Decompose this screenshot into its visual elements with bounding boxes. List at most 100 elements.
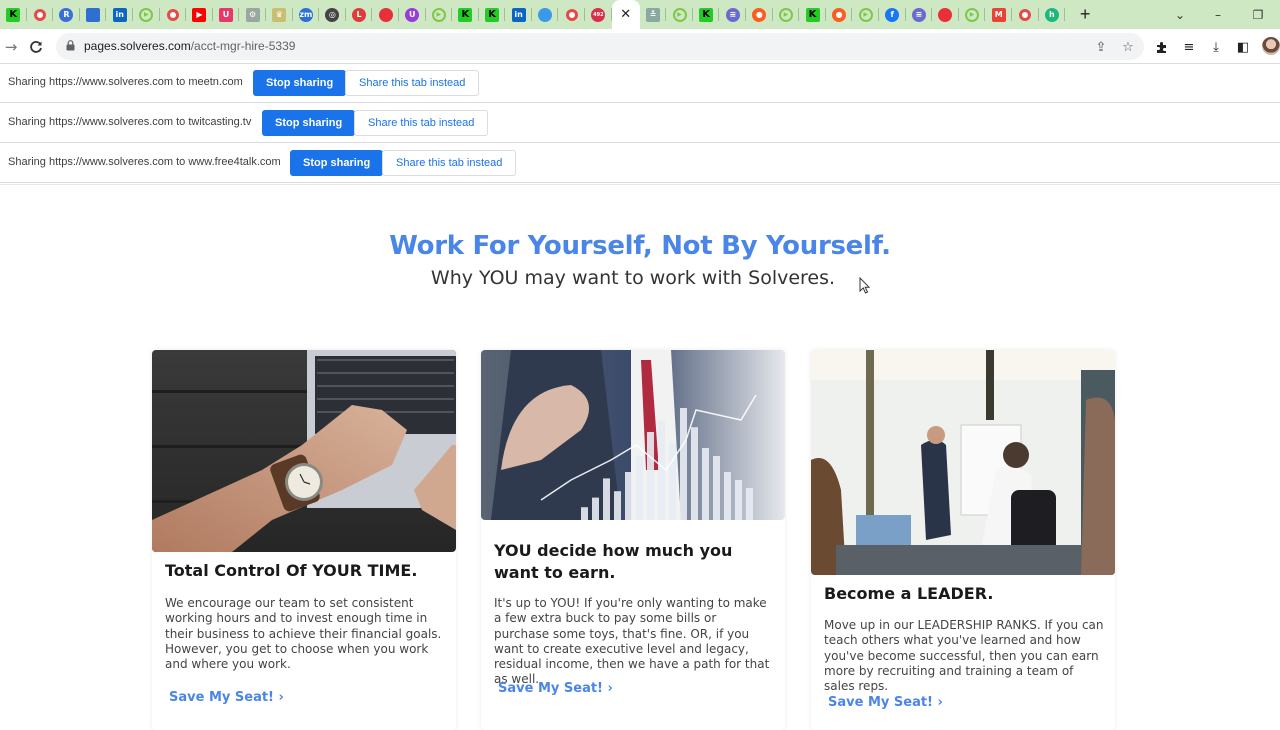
tab[interactable]: zm: [293, 0, 320, 29]
card-title: Total Control Of YOUR TIME.: [165, 561, 418, 580]
rumble-icon: ▶: [778, 7, 793, 22]
tab[interactable]: [532, 0, 559, 29]
tab[interactable]: [1012, 0, 1039, 29]
media-controls-button[interactable]: ≡: [1180, 38, 1198, 56]
rumble-icon: ▶: [139, 7, 154, 22]
tab[interactable]: K: [693, 0, 720, 29]
gmail-icon: M: [991, 7, 1006, 22]
card-body: Move up in our LEADERSHIP RANKS. If you …: [824, 618, 1104, 694]
tab[interactable]: L: [346, 0, 373, 29]
tab[interactable]: K: [799, 0, 826, 29]
chevron-down-icon: ⌄: [1174, 7, 1186, 22]
linkedin-icon: in: [511, 7, 526, 22]
tab[interactable]: K: [452, 0, 479, 29]
tab[interactable]: [372, 0, 399, 29]
reload-button[interactable]: [25, 36, 47, 58]
tab[interactable]: in: [505, 0, 532, 29]
stop-sharing-button[interactable]: Stop sharing: [253, 70, 347, 96]
kickstarter-icon: K: [699, 7, 714, 22]
puzzle-icon: [1156, 41, 1166, 53]
tab[interactable]: in: [106, 0, 133, 29]
podcast-icon: ≡: [911, 7, 926, 22]
photo-bar-decoration: [724, 472, 731, 520]
extensions-button[interactable]: [1153, 38, 1171, 56]
share-this-tab-button[interactable]: Share this tab instead: [345, 70, 480, 96]
close-icon[interactable]: ✕: [620, 7, 631, 22]
restore-button[interactable]: ❐: [1238, 0, 1278, 29]
tab[interactable]: [558, 0, 585, 29]
tab[interactable]: [932, 0, 959, 29]
side-panel-button[interactable]: ◧: [1234, 38, 1252, 56]
tab[interactable]: f: [879, 0, 906, 29]
forward-button[interactable]: →: [0, 36, 22, 58]
photo-bar-decoration: [669, 443, 676, 520]
profile-avatar[interactable]: [1262, 37, 1280, 55]
minimize-button[interactable]: –: [1198, 0, 1238, 29]
tab[interactable]: ●: [826, 0, 853, 29]
save-my-seat-link[interactable]: Save My Seat! ›: [498, 681, 613, 696]
sharing-bar: Sharing https://www.solveres.com to meet…: [0, 64, 1280, 103]
tab[interactable]: R: [53, 0, 80, 29]
feature-card-leader: Become a LEADER. Move up in our LEADERSH…: [811, 350, 1115, 730]
tab[interactable]: h: [1039, 0, 1066, 29]
tab[interactable]: ≡: [719, 0, 746, 29]
red-dot-icon: [378, 7, 393, 22]
tab[interactable]: M: [985, 0, 1012, 29]
share-icon: ⇪: [1095, 39, 1107, 55]
save-my-seat-link[interactable]: Save My Seat! ›: [828, 695, 943, 710]
tab[interactable]: [160, 0, 187, 29]
tab[interactable]: ⚙: [239, 0, 266, 29]
tab[interactable]: U: [399, 0, 426, 29]
h-circle-icon: h: [1044, 7, 1059, 22]
url-host: pages.solveres.com: [84, 39, 191, 53]
tab[interactable]: ▶: [773, 0, 800, 29]
red-dot-icon: [938, 7, 953, 22]
sharing-bar: Sharing https://www.solveres.com to twit…: [0, 104, 1280, 143]
rumble-icon: ▶: [672, 7, 687, 22]
tab[interactable]: ▶: [133, 0, 160, 29]
share-this-tab-button[interactable]: Share this tab instead: [354, 110, 489, 136]
sharing-message: Sharing https://www.solveres.com to twit…: [8, 116, 252, 128]
tab[interactable]: ▶: [186, 0, 213, 29]
share-page-button[interactable]: ⇪: [1092, 38, 1110, 56]
tab[interactable]: ▶: [852, 0, 879, 29]
tab[interactable]: K: [479, 0, 506, 29]
tab[interactable]: ▶: [959, 0, 986, 29]
tab-search-button[interactable]: ⌄: [1160, 0, 1200, 29]
tab[interactable]: K: [0, 0, 27, 29]
facebook-icon: f: [885, 7, 900, 22]
share-this-tab-button[interactable]: Share this tab instead: [382, 150, 517, 176]
tab[interactable]: ▶: [666, 0, 693, 29]
photo-bar-decoration: [713, 456, 720, 520]
tab[interactable]: [80, 0, 107, 29]
record-icon: [1019, 8, 1032, 21]
blue-swirl-icon: [538, 7, 553, 22]
tab[interactable]: ≡: [906, 0, 933, 29]
tab[interactable]: [27, 0, 54, 29]
tab[interactable]: ▶: [426, 0, 453, 29]
kickstarter-icon: K: [6, 7, 21, 22]
rumble-icon: ▶: [431, 7, 446, 22]
card-image-watch-laptop: [152, 350, 456, 552]
tab[interactable]: ♛: [266, 0, 293, 29]
stop-sharing-button[interactable]: Stop sharing: [290, 150, 384, 176]
star-icon: ☆: [1122, 39, 1134, 55]
tab[interactable]: ●: [746, 0, 773, 29]
address-bar[interactable]: pages.solveres.com/acct-mgr-hire-5339 ⇪ …: [56, 33, 1144, 60]
card-body: It's up to YOU! If you're only wanting t…: [494, 596, 770, 687]
tab[interactable]: ≚: [640, 0, 667, 29]
new-tab-button[interactable]: +: [1071, 0, 1099, 29]
feature-card-time: Total Control Of YOUR TIME. We encourage…: [152, 350, 456, 730]
downloads-button[interactable]: ⤓: [1207, 38, 1225, 56]
tab[interactable]: U: [213, 0, 240, 29]
tab[interactable]: ◎: [319, 0, 346, 29]
download-icon: ⤓: [1213, 39, 1219, 55]
feature-card-earn: YOU decide how much you want to earn. It…: [481, 350, 785, 730]
bookmark-button[interactable]: ☆: [1119, 38, 1137, 56]
tab-active[interactable]: ✕: [611, 0, 640, 29]
stop-sharing-button[interactable]: Stop sharing: [262, 110, 356, 136]
photo-bar-decoration: [614, 491, 621, 520]
rumble-icon: ▶: [965, 7, 980, 22]
tab[interactable]: 492: [585, 0, 612, 29]
save-my-seat-link[interactable]: Save My Seat! ›: [169, 690, 284, 705]
